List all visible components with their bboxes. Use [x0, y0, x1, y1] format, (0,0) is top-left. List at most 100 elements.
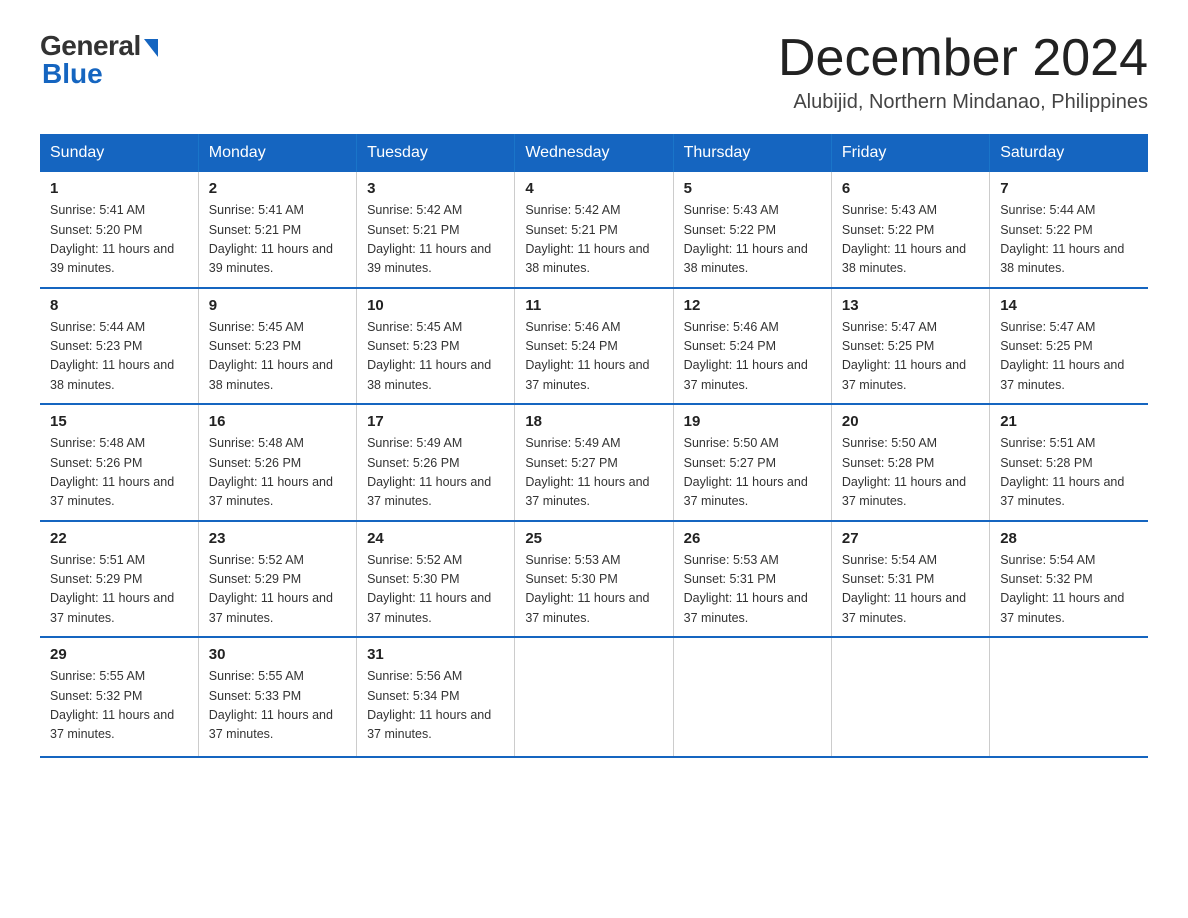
calendar-cell: 25Sunrise: 5:53 AMSunset: 5:30 PMDayligh… — [515, 521, 673, 638]
weekday-header: Friday — [831, 134, 989, 172]
page-header: General Blue December 2024 Alubijid, Nor… — [40, 30, 1148, 114]
title-section: December 2024 Alubijid, Northern Mindana… — [778, 30, 1148, 114]
day-info: Sunrise: 5:41 AMSunset: 5:20 PMDaylight:… — [50, 201, 188, 279]
calendar-cell: 18 Sunrise: 5:49 AMSunset: 5:27 PMDayligh… — [515, 404, 673, 521]
calendar-cell: 16 Sunrise: 5:48 AMSunset: 5:26 PMDayligh… — [198, 404, 356, 521]
calendar-cell: 12 Sunrise: 5:46 AMSunset: 5:24 PMDayligh… — [673, 288, 831, 405]
day-info: Sunrise: 5:46 AMSunset: 5:24 PMDaylight:… — [684, 318, 821, 396]
calendar-cell: 24 Sunrise: 5:52 AMSunset: 5:30 PMDayligh… — [357, 521, 515, 638]
day-number: 18 — [525, 413, 662, 430]
day-number: 28 — [1000, 530, 1138, 547]
day-info: Sunrise: 5:55 AMSunset: 5:32 PMDaylight:… — [50, 667, 188, 745]
logo-arrow-icon — [144, 39, 158, 57]
day-number: 26 — [684, 530, 821, 547]
day-number: 8 — [50, 297, 188, 314]
day-info: Sunrise: 5:45 AMSunset: 5:23 PMDaylight:… — [367, 318, 504, 396]
day-info: Sunrise: 5:46 AMSunset: 5:24 PMDaylight:… — [525, 318, 662, 396]
calendar-cell: 26 Sunrise: 5:53 AMSunset: 5:31 PMDayligh… — [673, 521, 831, 638]
calendar-cell: 3Sunrise: 5:42 AMSunset: 5:21 PMDaylight… — [357, 172, 515, 288]
calendar-cell: 6 Sunrise: 5:43 AMSunset: 5:22 PMDaylight… — [831, 172, 989, 288]
day-number: 5 — [684, 180, 821, 197]
calendar-cell: 31 Sunrise: 5:56 AMSunset: 5:34 PMDayligh… — [357, 637, 515, 757]
day-number: 17 — [367, 413, 504, 430]
calendar-cell: 30Sunrise: 5:55 AMSunset: 5:33 PMDayligh… — [198, 637, 356, 757]
calendar-cell: 10 Sunrise: 5:45 AMSunset: 5:23 PMDayligh… — [357, 288, 515, 405]
weekday-header: Thursday — [673, 134, 831, 172]
day-number: 7 — [1000, 180, 1138, 197]
day-info: Sunrise: 5:50 AMSunset: 5:27 PMDaylight:… — [684, 434, 821, 512]
calendar-cell: 8Sunrise: 5:44 AMSunset: 5:23 PMDaylight… — [40, 288, 198, 405]
day-info: Sunrise: 5:52 AMSunset: 5:30 PMDaylight:… — [367, 551, 504, 629]
day-info: Sunrise: 5:49 AMSunset: 5:26 PMDaylight:… — [367, 434, 504, 512]
day-number: 12 — [684, 297, 821, 314]
day-number: 9 — [209, 297, 346, 314]
calendar-cell: 9Sunrise: 5:45 AMSunset: 5:23 PMDaylight… — [198, 288, 356, 405]
calendar-cell: 17 Sunrise: 5:49 AMSunset: 5:26 PMDayligh… — [357, 404, 515, 521]
day-info: Sunrise: 5:53 AMSunset: 5:31 PMDaylight:… — [684, 551, 821, 629]
weekday-header-row: SundayMondayTuesdayWednesdayThursdayFrid… — [40, 134, 1148, 172]
calendar-week-row: 15 Sunrise: 5:48 AMSunset: 5:26 PMDayligh… — [40, 404, 1148, 521]
calendar-cell: 2 Sunrise: 5:41 AMSunset: 5:21 PMDaylight… — [198, 172, 356, 288]
calendar-week-row: 8Sunrise: 5:44 AMSunset: 5:23 PMDaylight… — [40, 288, 1148, 405]
day-info: Sunrise: 5:48 AMSunset: 5:26 PMDaylight:… — [209, 434, 346, 512]
day-info: Sunrise: 5:51 AMSunset: 5:29 PMDaylight:… — [50, 551, 188, 629]
calendar-cell: 13 Sunrise: 5:47 AMSunset: 5:25 PMDayligh… — [831, 288, 989, 405]
day-info: Sunrise: 5:47 AMSunset: 5:25 PMDaylight:… — [1000, 318, 1138, 396]
calendar-cell: 11 Sunrise: 5:46 AMSunset: 5:24 PMDayligh… — [515, 288, 673, 405]
day-number: 10 — [367, 297, 504, 314]
day-number: 30 — [209, 646, 346, 663]
day-number: 31 — [367, 646, 504, 663]
calendar-cell: 5Sunrise: 5:43 AMSunset: 5:22 PMDaylight… — [673, 172, 831, 288]
day-info: Sunrise: 5:50 AMSunset: 5:28 PMDaylight:… — [842, 434, 979, 512]
day-number: 11 — [525, 297, 662, 314]
day-number: 2 — [209, 180, 346, 197]
location-text: Alubijid, Northern Mindanao, Philippines — [778, 91, 1148, 114]
calendar-cell: 19 Sunrise: 5:50 AMSunset: 5:27 PMDayligh… — [673, 404, 831, 521]
day-number: 19 — [684, 413, 821, 430]
calendar-cell: 15 Sunrise: 5:48 AMSunset: 5:26 PMDayligh… — [40, 404, 198, 521]
calendar-cell: 29Sunrise: 5:55 AMSunset: 5:32 PMDayligh… — [40, 637, 198, 757]
weekday-header: Sunday — [40, 134, 198, 172]
day-number: 25 — [525, 530, 662, 547]
day-number: 14 — [1000, 297, 1138, 314]
calendar-cell: 28Sunrise: 5:54 AMSunset: 5:32 PMDayligh… — [990, 521, 1148, 638]
logo: General Blue — [40, 30, 158, 90]
day-number: 3 — [367, 180, 504, 197]
day-number: 21 — [1000, 413, 1138, 430]
weekday-header: Saturday — [990, 134, 1148, 172]
day-info: Sunrise: 5:48 AMSunset: 5:26 PMDaylight:… — [50, 434, 188, 512]
day-info: Sunrise: 5:42 AMSunset: 5:21 PMDaylight:… — [525, 201, 662, 279]
calendar-week-row: 1 Sunrise: 5:41 AMSunset: 5:20 PMDaylight… — [40, 172, 1148, 288]
weekday-header: Monday — [198, 134, 356, 172]
day-info: Sunrise: 5:56 AMSunset: 5:34 PMDaylight:… — [367, 667, 504, 745]
day-number: 13 — [842, 297, 979, 314]
day-info: Sunrise: 5:41 AMSunset: 5:21 PMDaylight:… — [209, 201, 346, 279]
calendar-cell: 4 Sunrise: 5:42 AMSunset: 5:21 PMDaylight… — [515, 172, 673, 288]
day-number: 27 — [842, 530, 979, 547]
day-number: 23 — [209, 530, 346, 547]
day-number: 1 — [50, 180, 188, 197]
day-number: 6 — [842, 180, 979, 197]
day-number: 20 — [842, 413, 979, 430]
calendar-cell: 23 Sunrise: 5:52 AMSunset: 5:29 PMDayligh… — [198, 521, 356, 638]
day-number: 24 — [367, 530, 504, 547]
weekday-header: Tuesday — [357, 134, 515, 172]
calendar-cell — [515, 637, 673, 757]
day-info: Sunrise: 5:43 AMSunset: 5:22 PMDaylight:… — [842, 201, 979, 279]
calendar-cell: 14 Sunrise: 5:47 AMSunset: 5:25 PMDayligh… — [990, 288, 1148, 405]
day-number: 15 — [50, 413, 188, 430]
day-number: 16 — [209, 413, 346, 430]
day-info: Sunrise: 5:51 AMSunset: 5:28 PMDaylight:… — [1000, 434, 1138, 512]
logo-blue-text: Blue — [42, 58, 103, 90]
day-number: 4 — [525, 180, 662, 197]
weekday-header: Wednesday — [515, 134, 673, 172]
day-info: Sunrise: 5:54 AMSunset: 5:31 PMDaylight:… — [842, 551, 979, 629]
month-title: December 2024 — [778, 30, 1148, 87]
calendar-table: SundayMondayTuesdayWednesdayThursdayFrid… — [40, 134, 1148, 758]
calendar-cell — [990, 637, 1148, 757]
day-info: Sunrise: 5:49 AMSunset: 5:27 PMDaylight:… — [525, 434, 662, 512]
day-info: Sunrise: 5:47 AMSunset: 5:25 PMDaylight:… — [842, 318, 979, 396]
calendar-cell: 20 Sunrise: 5:50 AMSunset: 5:28 PMDayligh… — [831, 404, 989, 521]
day-info: Sunrise: 5:52 AMSunset: 5:29 PMDaylight:… — [209, 551, 346, 629]
day-number: 22 — [50, 530, 188, 547]
